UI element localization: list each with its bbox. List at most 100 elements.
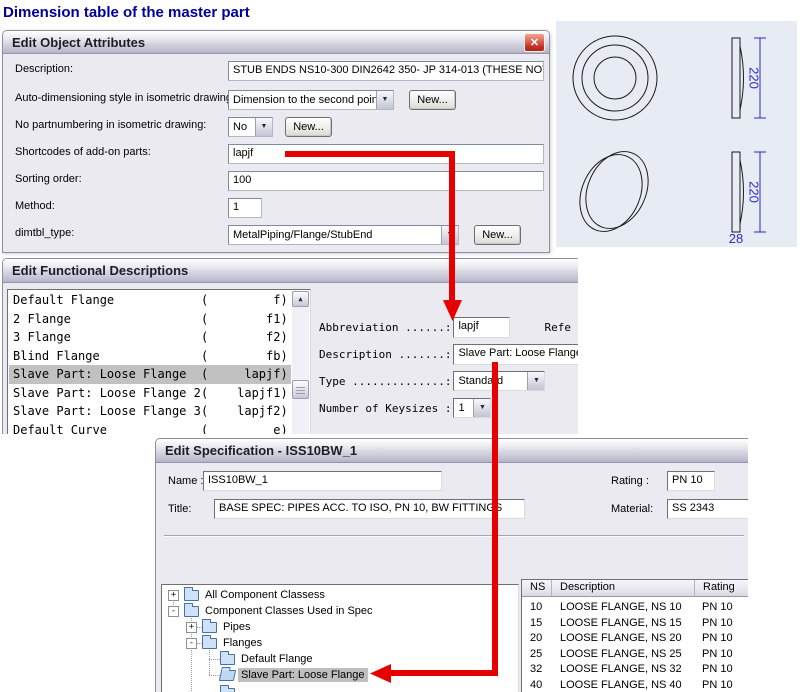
separator [164,535,744,537]
column-header-rating[interactable]: Rating [695,580,748,597]
chevron-down-icon[interactable]: ▼ [473,399,490,417]
autodim-new-button[interactable]: New... [409,90,456,110]
dimtbl-type-label: dimtbl_type: [15,227,74,239]
nopartnum-label: No partnumbering in isometric drawing: [15,119,206,131]
table-row[interactable]: 25 LOOSE FLANGE, NS 25 PN 10 [522,647,748,663]
folder-icon [184,590,199,601]
type-row: Type ..............: Standard ▼ [319,371,545,391]
dimtbl-new-button[interactable]: New... [474,225,521,245]
sorting-order-label: Sorting order: [15,173,82,185]
tree-connector [209,675,220,676]
keysizes-row: Number of Keysizes : 1 ▼ [319,398,491,418]
dialog2-titlebar[interactable]: Edit Functional Descriptions [3,259,578,283]
tree-connector [209,659,220,660]
collapse-minus-icon[interactable]: - [168,606,179,617]
abbreviation-label: Abbreviation ......: [319,321,451,334]
list-item[interactable]: Slave Part: Loose Flange 3 ( lapjf2) [9,402,291,421]
keysizes-select[interactable]: 1 ▼ [453,398,491,418]
dialog-edit-specification: Edit Specification - ISS10BW_1 Name : IS… [155,438,748,692]
page-title: Dimension table of the master part [3,4,250,21]
tree-connector [209,645,210,675]
description-input[interactable]: Slave Part: Loose Flange [453,344,578,365]
list-item-selected[interactable]: Slave Part: Loose Flange ( lapjf) [9,365,291,384]
close-icon[interactable]: ✕ [524,33,545,52]
keysizes-label: Number of Keysizes : [319,402,451,415]
abbreviation-input[interactable]: lapjf [453,317,510,338]
table-row[interactable]: 40 LOOSE FLANGE, NS 40 PN 10 [522,678,748,692]
material-input[interactable]: SS 2343 [667,499,748,519]
folder-open-icon [219,670,236,681]
spec-sizes-table: NS Description Rating 10 LOOSE FLANGE, N… [521,579,748,692]
autodim-select[interactable]: Dimension to the second point ▼ [228,90,394,110]
dimension-220-top: 220 [747,67,762,89]
column-header-description[interactable]: Description [552,580,695,597]
chevron-down-icon[interactable]: ▼ [441,226,458,244]
folder-icon [184,606,199,617]
chevron-down-icon[interactable]: ▼ [376,91,393,109]
scroll-up-icon[interactable]: ▲ [292,291,309,307]
description-input[interactable]: STUB ENDS NS10-300 DIN2642 350- JP 314-0… [228,61,544,81]
dialog2-title: Edit Functional Descriptions [12,263,188,278]
list-item[interactable]: Default Curve ( e) [9,421,291,434]
rating-input[interactable]: PN 10 [667,471,715,491]
list-scrollbar[interactable]: ▲ [292,291,309,434]
dialog1-titlebar[interactable]: Edit Object Attributes ✕ [3,31,549,54]
nopartnum-select[interactable]: No ▼ [228,117,273,137]
dialog-edit-object-attributes: Edit Object Attributes ✕ Description: ST… [2,30,550,253]
flange-drawing: 220 220 28 [556,21,797,247]
nopartnum-new-button[interactable]: New... [285,117,332,137]
expand-plus-icon[interactable]: + [168,590,179,601]
table-row[interactable]: 10 LOOSE FLANGE, NS 10 PN 10 [522,600,748,616]
chevron-down-icon[interactable]: ▼ [255,118,272,136]
list-item[interactable]: Slave Part: Loose Flange 2 ( lapjf1) [9,384,291,403]
dialog3-title: Edit Specification - ISS10BW_1 [165,443,357,458]
dimtbl-type-select[interactable]: MetalPiping/Flange/StubEnd ▼ [228,225,459,245]
shortcodes-label: Shortcodes of add-on parts: [15,146,151,158]
chevron-down-icon[interactable]: ▼ [527,372,544,390]
collapse-minus-icon[interactable]: - [186,638,197,649]
method-input[interactable]: 1 [228,198,262,218]
table-row[interactable]: 15 LOOSE FLANGE, NS 15 PN 10 [522,616,748,632]
spec-title-input[interactable]: BASE SPEC: PIPES ACC. TO ISO, PN 10, BW … [214,499,525,519]
dialog3-titlebar[interactable]: Edit Specification - ISS10BW_1 [156,439,748,463]
folder-icon [220,654,235,665]
spec-name-label: Name : [168,475,203,487]
expand-plus-icon[interactable]: + [186,622,197,633]
column-header-ns[interactable]: NS [522,580,552,597]
abbreviation-row: Abbreviation ......: lapjf Refe [319,317,571,338]
list-item[interactable]: 2 Flange ( f1) [9,310,291,329]
dialog1-title: Edit Object Attributes [12,35,145,50]
functional-descriptions-list: Default Flange ( f) 2 Flange ( f1) 3 Fla… [7,289,311,434]
reference-label-partial: Refe [544,321,571,334]
dimension-220-bottom: 220 [747,181,762,203]
dialog-edit-specification-clip: Edit Specification - ISS10BW_1 Name : IS… [155,438,748,692]
folder-icon [202,622,217,633]
spec-title-label: Title: [168,503,191,515]
list-item[interactable]: Default Flange ( f) [9,291,291,310]
list-item[interactable]: Blind Flange ( fb) [9,347,291,366]
material-label: Material: [611,503,653,515]
type-label: Type ..............: [319,375,451,388]
folder-icon [202,638,217,649]
type-select[interactable]: Standard ▼ [453,371,545,391]
table-row[interactable]: 32 LOOSE FLANGE, NS 32 PN 10 [522,662,748,678]
shortcodes-input[interactable]: lapjf [228,144,544,164]
component-class-tree: + All Component Classess - Component Cla… [161,584,519,692]
folder-icon [220,688,235,692]
list-item[interactable]: 3 Flange ( f2) [9,328,291,347]
scrollbar-thumb[interactable] [292,380,309,399]
spec-name-input[interactable]: ISS10BW_1 [203,471,442,491]
method-label: Method: [15,200,55,212]
cad-preview-panel: 220 220 28 [556,21,797,247]
screenshot-root: Dimension table of the master part Edit … [0,0,802,692]
description-label: Description: [15,63,73,75]
dialog-edit-functional-descriptions-clip: Edit Functional Descriptions Default Fla… [2,258,578,434]
sorting-order-input[interactable]: 100 [228,171,544,191]
description-row: Description .......: Slave Part: Loose F… [319,344,578,365]
table-row[interactable]: 20 LOOSE FLANGE, NS 20 PN 10 [522,631,748,647]
dialog-edit-functional-descriptions: Edit Functional Descriptions Default Fla… [2,258,578,434]
dimension-28: 28 [729,231,743,246]
description-label: Description .......: [319,348,451,361]
autodim-label: Auto-dimensioning style in isometric dra… [15,92,235,104]
rating-label: Rating : [611,475,649,487]
